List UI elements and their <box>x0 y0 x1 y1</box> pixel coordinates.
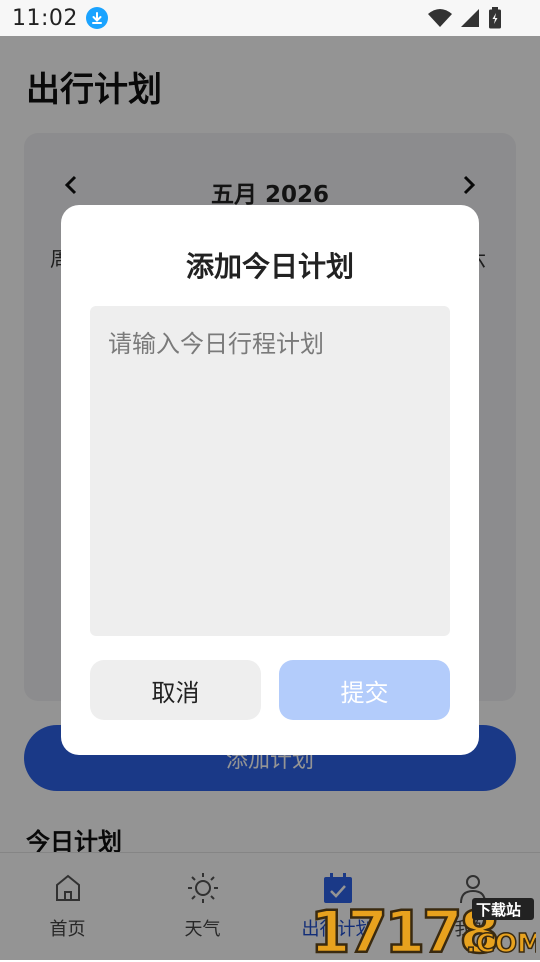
svg-text:下载站: 下载站 <box>476 901 521 919</box>
status-bar: 11:02 <box>0 0 540 36</box>
wifi-icon <box>428 8 452 32</box>
site-watermark-logo: 17178 下载站 .COM <box>308 896 540 962</box>
plan-input[interactable] <box>90 306 450 636</box>
status-time: 11:02 <box>12 5 78 31</box>
add-plan-dialog: 添加今日计划 取消 提交 <box>61 205 479 755</box>
svg-text:.COM: .COM <box>466 929 536 958</box>
submit-button[interactable]: 提交 <box>279 660 450 720</box>
battery-icon <box>488 7 502 33</box>
cancel-button[interactable]: 取消 <box>90 660 261 720</box>
signal-icon <box>460 8 480 32</box>
dialog-title: 添加今日计划 <box>185 250 354 283</box>
download-icon <box>85 7 108 29</box>
